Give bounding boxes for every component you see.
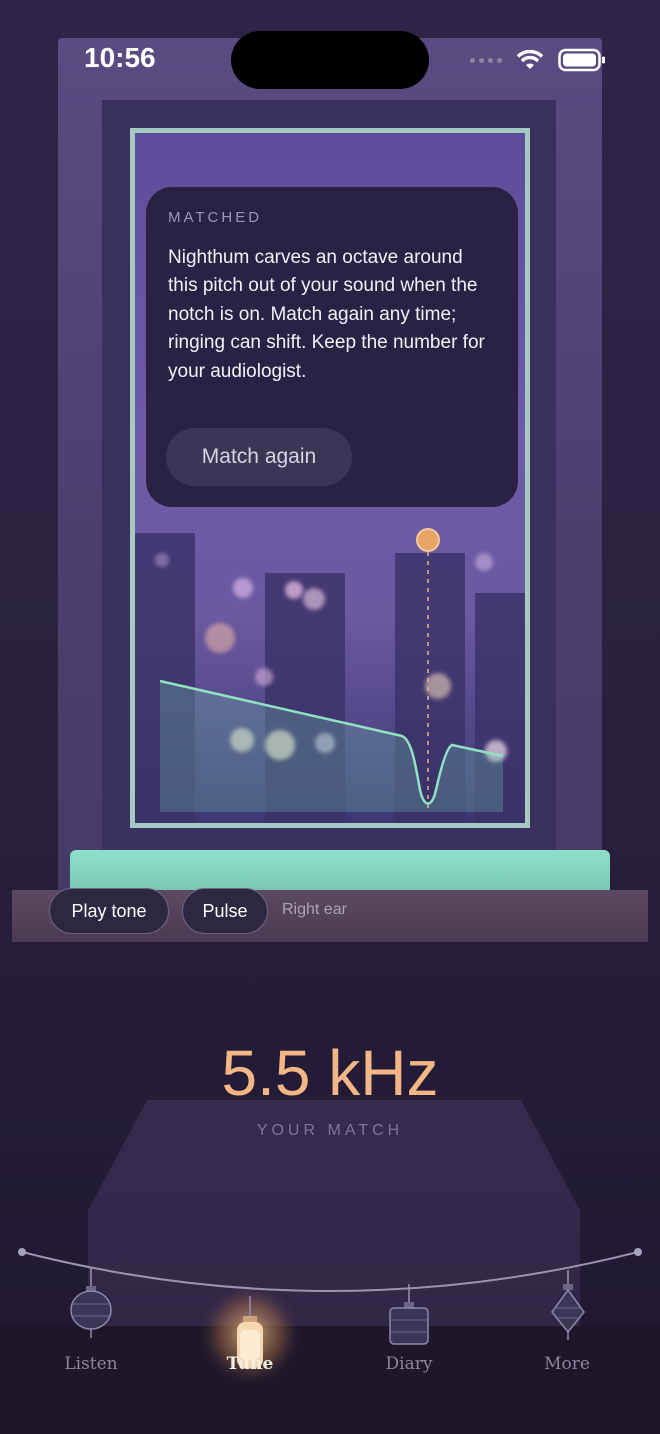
lantern-square-icon[interactable]	[389, 1284, 429, 1345]
match-label: YOUR MATCH	[256, 1122, 404, 1139]
lantern-diamond-icon[interactable]	[551, 1270, 585, 1340]
pitch-marker-handle[interactable]	[416, 528, 440, 552]
ear-label: Right ear	[282, 901, 347, 918]
tab-listen[interactable]: Listen	[31, 1354, 151, 1374]
pulse-button[interactable]: Pulse	[182, 888, 268, 934]
play-tone-button[interactable]: Play tone	[49, 888, 169, 934]
match-frequency: 5.5 kHz	[221, 1037, 439, 1109]
notch-curve-chart	[159, 528, 504, 812]
tab-diary[interactable]: Diary	[349, 1354, 469, 1374]
lantern-round-icon[interactable]	[70, 1268, 112, 1338]
tab-tune[interactable]: Tune	[190, 1354, 310, 1374]
lantern-string	[18, 1248, 642, 1386]
tab-more[interactable]: More	[507, 1354, 627, 1374]
